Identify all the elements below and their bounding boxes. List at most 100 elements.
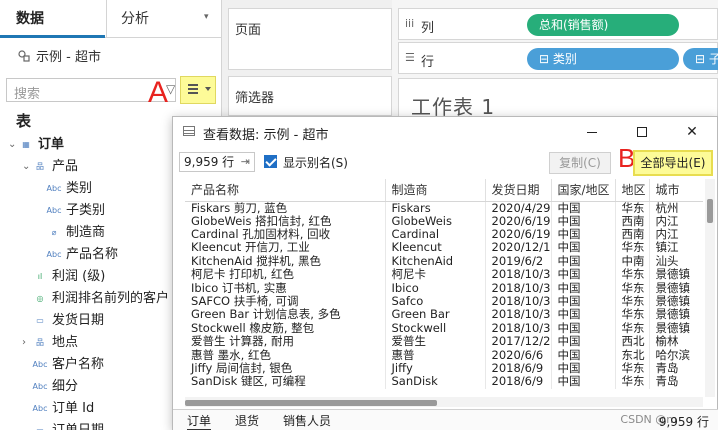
row-count-value: 9,959 行 [184,155,235,169]
table-cell: 2020/6/19 [485,214,552,228]
table-row[interactable]: SAFCO 扶手椅, 可调Safco2018/10/31中国华东景德镇 [185,294,703,309]
scroll-thumb[interactable] [185,400,437,406]
chevron-icon[interactable]: ⌄ [22,156,32,178]
table-row[interactable]: 柯尼卡 打印机, 红色柯尼卡2018/10/31中国华东景德镇 [185,268,703,282]
table-cell: 青岛 [649,375,703,389]
table-icon [183,126,195,136]
table-cell: 哈尔滨 [649,348,703,362]
table-cell: 华东 [615,268,650,282]
pages-card[interactable]: 页面 [228,8,392,70]
scroll-thumb[interactable] [707,199,713,223]
grid-icon [188,84,198,94]
table-cell: KitchenAid 搅拌机, 黑色 [185,254,386,269]
table-cell: 华东 [615,375,650,389]
chevron-icon[interactable]: ⌄ [8,134,18,156]
category-pill[interactable]: ⊟ 类别 [527,48,679,70]
column-header[interactable]: 制造商 [385,179,486,202]
export-all-button[interactable]: 全部导出(E) [633,150,713,176]
table-cell: 中国 [551,308,616,322]
minimize-button[interactable] [569,117,615,147]
close-button[interactable]: ✕ [669,117,715,147]
view-data-button[interactable] [180,76,216,104]
table-cell: 华东 [615,294,650,309]
tab-orders[interactable]: 订单 [187,412,212,430]
minimize-icon [587,131,597,133]
table-cell: 2018/10/31 [485,321,552,336]
column-header[interactable]: 地区 [615,179,650,202]
table-cell: SanDisk [385,375,486,389]
field-label: 细分 [52,379,79,394]
table-row[interactable]: Stockwell 橡皮筋, 整包Stockwell2018/10/31中国华东… [185,321,703,336]
table-row[interactable]: 爱普生 计算器, 耐用爱普生2017/12/24中国西北榆林 [185,335,703,349]
table-cell: 东北 [615,348,650,362]
table-cell: 景德镇 [649,294,703,309]
hierarchy-icon: 品 [36,162,44,171]
table-cell: 中国 [551,227,616,242]
tab-salespeople[interactable]: 销售人员 [283,412,331,429]
rows-shelf[interactable]: ☰ 行 ⊟ 类别 ⊟ 子 [398,42,718,74]
table-cell: 2018/6/9 [485,361,552,376]
show-aliases-label[interactable]: 显示别名(S) [283,154,348,171]
column-header[interactable]: 产品名称 [185,179,386,202]
table-cell: GlobeWeis 搭扣信封, 红色 [185,214,386,228]
show-aliases-checkbox[interactable] [264,155,277,168]
table-cell: 2020/6/6 [485,348,552,362]
pane-menu-icon[interactable]: ▾ [204,12,209,22]
datasource-name: 示例 - 超市 [36,50,101,65]
column-header[interactable]: 国家/地区 [551,179,616,202]
abc-icon: Abc [32,404,48,413]
table-cell: 华东 [615,241,650,255]
table-row[interactable]: KitchenAid 搅拌机, 黑色 KitchenAid 2019/6/2 中国 中南… [185,254,703,269]
hierarchy-icon: 品 [36,338,44,347]
field-label: 客户名称 [52,357,105,372]
table-cell: 中国 [551,241,616,255]
table-cell: 爱普生 [385,335,486,349]
tab-data[interactable]: 数据 [16,0,44,38]
table-cell: 中国 [551,335,616,349]
field-label: 发货日期 [52,313,105,328]
bin-icon: ıl [37,272,43,281]
table-row[interactable]: Fiskars 剪刀, 蓝色 Fiskars 2020/4/29 中国 华东 杭州 [185,201,703,215]
table-cell: 内江 [649,227,703,242]
paperclip-icon: ⌀ [51,228,57,237]
filters-card[interactable]: 筛选器 [228,76,392,116]
tab-analytics[interactable]: 分析 [121,0,149,38]
dialog-titlebar[interactable]: 查看数据: 示例 - 超市 ✕ [173,117,718,147]
copy-button[interactable]: 复制(C) [549,152,611,174]
horizontal-scrollbar[interactable] [185,397,703,407]
datasource-item[interactable]: 示例 - 超市 [18,46,101,65]
view-data-dialog: 查看数据: 示例 - 超市 ✕ 9,959 行 ⇥ 显示别名(S) 复制(C) … [172,116,718,430]
sum-sales-pill[interactable]: 总和(销售额) [527,14,679,36]
field-label: 利润 (级) [52,269,106,284]
table-row[interactable]: SanDisk 键区, 可编程 SanDisk 2018/6/9 中国 华东 青岛 [185,375,703,389]
chevron-icon[interactable]: › [22,332,32,354]
table-row[interactable]: Kleencut 开信刀, 工业Kleencut2020/12/13中国华东镇江 [185,241,703,255]
column-header[interactable]: 发货日期 [485,179,552,202]
table-cell: 爱普生 计算器, 耐用 [185,335,386,349]
table-cell: 2018/6/9 [485,375,552,389]
column-header[interactable]: 城市 [649,179,703,202]
annotation-a: A [148,76,169,109]
table-cell: 2018/10/31 [485,308,552,322]
columns-icon: iii [405,17,415,30]
table-row[interactable]: 惠普 墨水, 红色 惠普 2020/6/6 中国 东北 哈尔滨 [185,348,703,362]
table-row[interactable]: Jiffy 局间信封, 银色 Jiffy 2018/6/9 中国 华东 青岛 [185,361,703,376]
data-grid[interactable]: 产品名称 制造商 发货日期 国家/地区 地区 城市 Fiskars 剪刀, 蓝色 Fiska… [185,179,703,397]
table-icon: ▦ [22,140,30,149]
table-cell: 柯尼卡 [385,268,486,282]
subcategory-pill[interactable]: ⊟ 子 [683,48,718,70]
chevron-down-icon [205,87,211,91]
table-row[interactable]: GlobeWeis 搭扣信封, 红色 GlobeWeis 2020/6/19 中国 西南… [185,214,703,228]
table-cell: Cardinal 孔加固材料, 回收 [185,227,386,242]
table-cell: 杭州 [649,201,703,215]
tab-returns[interactable]: 退货 [235,412,259,429]
columns-shelf[interactable]: iii 列 总和(销售额) [398,8,718,40]
table-cell: SanDisk 键区, 可编程 [185,375,386,389]
table-row[interactable]: Cardinal 孔加固材料, 回收 Cardinal 2020/6/19 中国 西南内… [185,227,703,242]
vertical-scrollbar[interactable] [705,179,715,397]
table-row[interactable]: Ibico 订书机, 实惠Ibico2018/10/31中国华东景德镇 [185,281,703,295]
table-row[interactable]: Green Bar 计划信息表, 多色Green Bar2018/10/31中国… [185,308,703,322]
row-count-field[interactable]: 9,959 行 ⇥ [179,152,255,172]
table-cell: 华东 [615,201,650,215]
table-cell: 内江 [649,214,703,228]
